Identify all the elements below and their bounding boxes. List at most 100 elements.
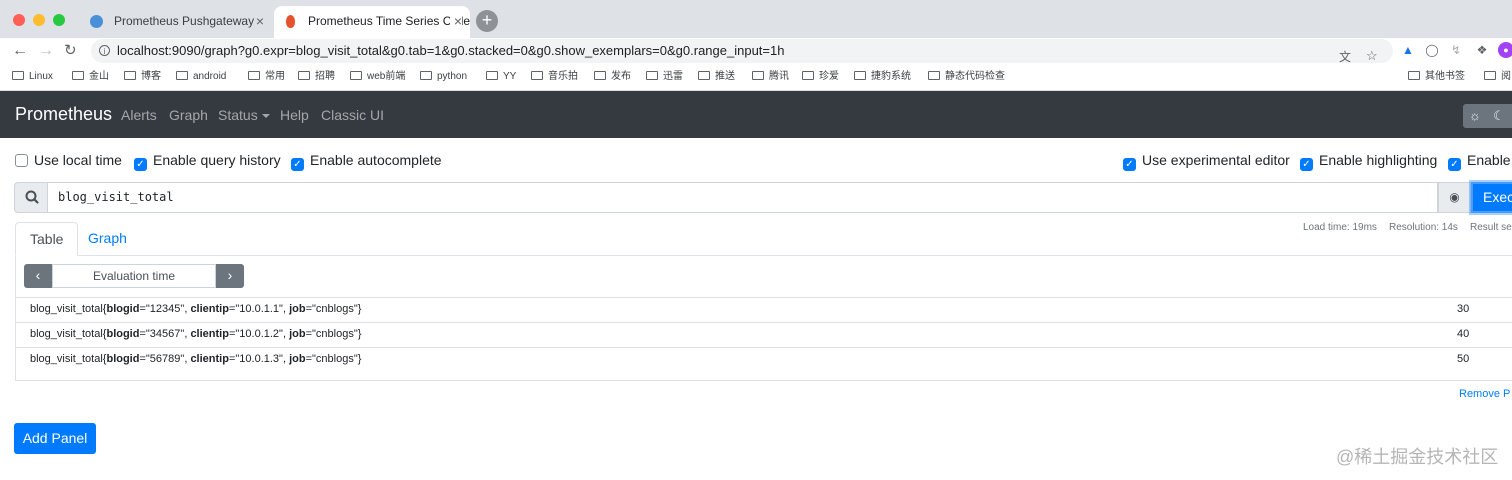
table-row: blog_visit_total{blogid="34567", clienti… [15,322,1512,346]
other-bookmarks[interactable]: 其他书签 [1408,70,1465,84]
new-tab-button[interactable]: + [476,10,498,32]
metric-name: blog_visit_total [30,328,103,340]
bookmark-label: 博客 [141,71,161,82]
folder-icon [420,71,432,80]
bookmark-item[interactable]: 发布 [594,70,631,84]
bookmark-label: android [193,71,227,82]
extensions-puzzle-icon[interactable]: ❖ [1474,42,1490,58]
checkbox-unchecked-icon [15,154,28,167]
nav-graph[interactable]: Graph [169,91,208,139]
reading-list[interactable]: 阅 [1484,70,1511,84]
forward-arrow-icon[interactable]: → [38,40,54,62]
add-panel-button[interactable]: Add Panel [14,423,96,454]
option-label: Enable query history [153,152,281,168]
nav-status-dropdown[interactable]: Status [218,91,270,139]
use-local-time-checkbox[interactable]: Use local time [15,152,122,168]
label-value: "cnblogs" [312,353,358,365]
bookmark-item[interactable]: 金山 [72,70,109,84]
label-value: "cnblogs" [312,303,358,315]
close-tab-icon[interactable]: × [256,6,264,36]
bookmark-item[interactable]: 博客 [124,70,161,84]
minimize-window-button[interactable] [33,14,45,26]
address-bar[interactable]: i localhost:9090/graph?g0.expr=blog_visi… [91,39,1393,64]
remove-panel-link[interactable]: Remove P [1459,388,1510,400]
label-value: "56789" [145,353,185,365]
table-row: blog_visit_total{blogid="12345", clienti… [15,297,1512,321]
bolt-icon[interactable]: ↯ [1448,42,1464,58]
bookmark-label: 金山 [89,71,109,82]
bookmark-label: 静态代码检查 [945,71,1005,82]
brand-logo[interactable]: Prometheus [15,91,112,137]
bookmark-item[interactable]: 招聘 [298,70,335,84]
chevron-left-icon: ‹ [35,267,41,283]
label-key: blogid [106,328,140,340]
tab-graph[interactable]: Graph [74,222,141,256]
light-theme-sun-icon[interactable]: ☼ [1464,104,1486,128]
tab-table[interactable]: Table [15,222,79,256]
folder-icon [854,71,866,80]
label-value: "10.0.1.3" [235,353,283,365]
browser-tab-strip: Prometheus Pushgateway × Prometheus Time… [0,0,1512,38]
shield-icon[interactable]: ◯ [1424,42,1440,58]
folder-icon [928,71,940,80]
browser-tab-prometheus[interactable]: Prometheus Time Series Collec × [274,6,470,38]
bookmark-item[interactable]: YY [486,70,516,84]
browser-tab-pushgateway[interactable]: Prometheus Pushgateway × [80,6,272,38]
back-arrow-icon[interactable]: ← [12,40,28,62]
bookmark-item[interactable]: python [420,70,467,84]
close-tab-icon[interactable]: × [449,6,462,36]
bookmark-label: python [437,71,468,82]
reload-icon[interactable]: ↻ [64,40,77,62]
label-value: "10.0.1.2" [235,328,283,340]
label-value: "cnblogs" [312,328,358,340]
close-window-button[interactable] [13,14,25,26]
evaluation-time-input[interactable]: Evaluation time [52,264,216,288]
bookmark-item[interactable]: 音乐拍 [531,70,578,84]
bookmark-item[interactable]: 推送 [698,70,735,84]
bookmark-item[interactable]: 迅雷 [646,70,683,84]
nav-help[interactable]: Help [280,91,309,139]
expression-input[interactable]: blog_visit_total [48,182,1438,213]
label-key: job [289,303,306,315]
extension-badge-icon[interactable]: ▲ [1400,42,1416,58]
folder-icon [486,71,498,80]
series-label: blog_visit_total{blogid="34567", clienti… [30,328,362,340]
enable-linter-checkbox[interactable]: ✓ Enable [1448,152,1511,171]
label-key: blogid [106,303,140,315]
site-info-icon[interactable]: i [99,45,110,56]
use-experimental-editor-checkbox[interactable]: ✓ Use experimental editor [1123,152,1290,171]
bookmark-item[interactable]: Linux [12,70,53,84]
enable-query-history-checkbox[interactable]: ✓ Enable query history [134,152,281,171]
expression-input-group: blog_visit_total ◉ Exec [14,182,1512,213]
execute-button[interactable]: Exec [1471,182,1512,213]
series-value: 50 [1457,353,1470,365]
enable-autocomplete-checkbox[interactable]: ✓ Enable autocomplete [291,152,442,171]
enable-highlighting-checkbox[interactable]: ✓ Enable highlighting [1300,152,1437,171]
metrics-explorer-globe-icon[interactable]: ◉ [1438,182,1471,213]
label-key: clientip [190,353,229,365]
nav-classic-ui[interactable]: Classic UI [321,91,384,139]
zoom-window-button[interactable] [53,14,65,26]
nav-alerts[interactable]: Alerts [121,91,157,139]
dark-theme-moon-icon[interactable]: ☾ [1488,104,1510,128]
bookmark-item[interactable]: web前端 [350,70,405,84]
bookmark-label: 其他书签 [1425,71,1465,82]
bookmark-label: 常用 [265,71,285,82]
bookmark-item[interactable]: 常用 [248,70,285,84]
folder-icon [594,71,606,80]
checkbox-checked-icon: ✓ [134,158,147,171]
option-label: Enable [1467,152,1511,168]
bookmark-item[interactable]: 珍爱 [802,70,839,84]
bookmark-item[interactable]: 腾讯 [752,70,789,84]
eval-time-prev-button[interactable]: ‹ [24,264,52,288]
folder-icon [12,71,24,80]
series-value: 30 [1457,303,1470,315]
label-value: "12345" [145,303,185,315]
bookmark-item[interactable]: 静态代码检查 [928,70,1005,84]
eval-time-next-button[interactable]: › [216,264,244,288]
bookmark-label: 珍爱 [819,71,839,82]
bookmark-item[interactable]: android [176,70,226,84]
profile-avatar-icon[interactable]: ● [1498,42,1512,58]
prometheus-favicon-icon [286,15,295,28]
bookmark-item[interactable]: 捷豹系统 [854,70,911,84]
